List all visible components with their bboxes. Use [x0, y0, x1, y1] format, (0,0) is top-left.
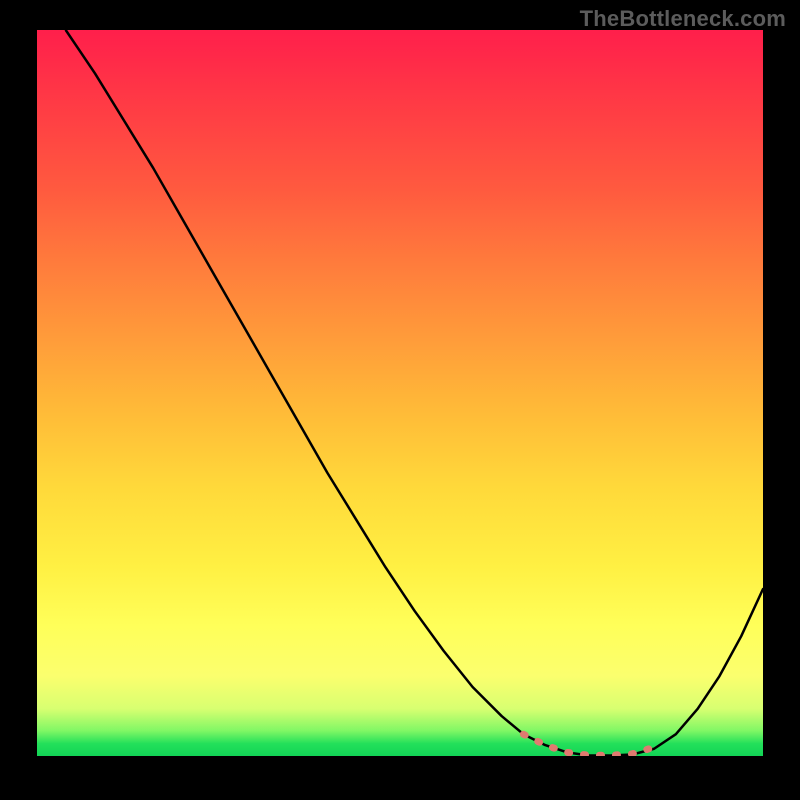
bottleneck-curve	[66, 31, 763, 756]
chart-container: TheBottleneck.com	[0, 0, 800, 800]
watermark-text: TheBottleneck.com	[580, 6, 786, 32]
bottleneck-curve-svg	[37, 30, 763, 756]
